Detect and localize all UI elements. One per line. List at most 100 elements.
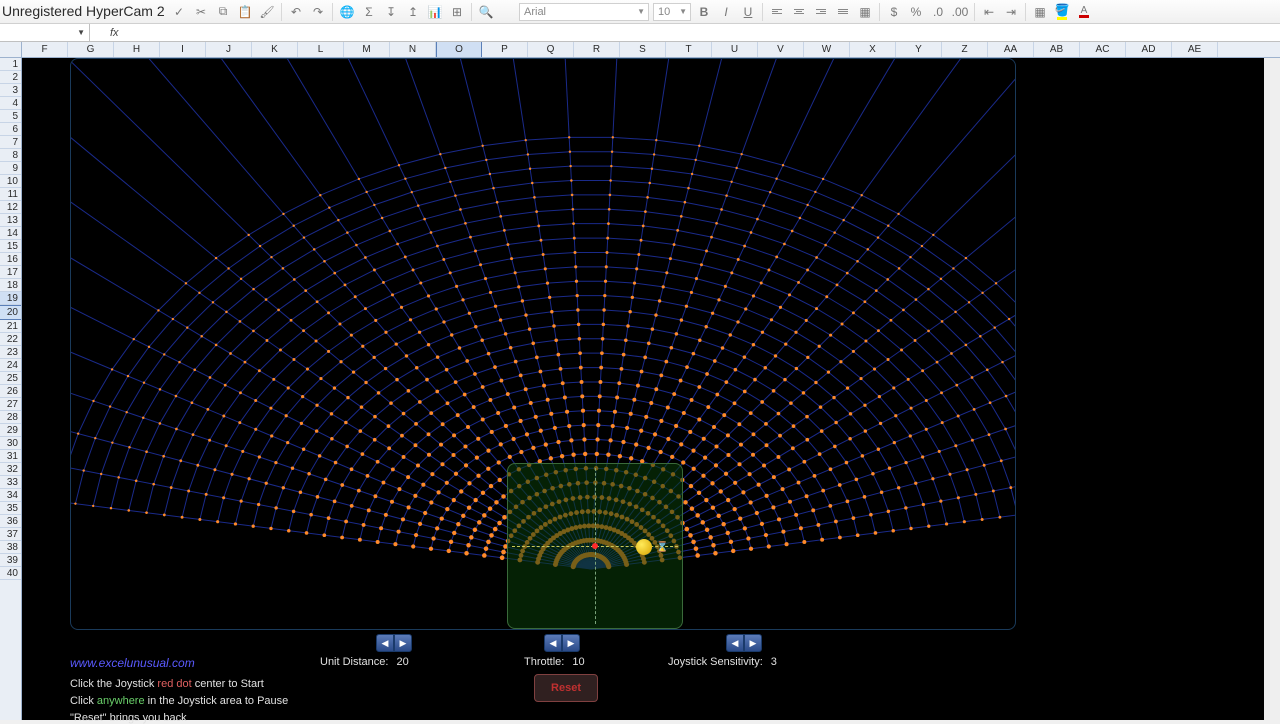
column-header-Z[interactable]: Z bbox=[942, 42, 988, 57]
decimal-remove-icon[interactable]: .0 bbox=[929, 3, 947, 21]
joystick-sensitivity-increment[interactable]: ▶ bbox=[744, 634, 762, 652]
row-header-23[interactable]: 23 bbox=[0, 346, 21, 359]
navigator-icon[interactable]: ⊞ bbox=[448, 3, 466, 21]
column-header-F[interactable]: F bbox=[22, 42, 68, 57]
row-header-33[interactable]: 33 bbox=[0, 476, 21, 489]
font-color-icon[interactable]: A bbox=[1075, 3, 1093, 21]
row-header-13[interactable]: 13 bbox=[0, 214, 21, 227]
font-size-select[interactable]: 10 ▼ bbox=[653, 3, 691, 21]
row-header-7[interactable]: 7 bbox=[0, 136, 21, 149]
throttle-increment[interactable]: ▶ bbox=[562, 634, 580, 652]
highlight-color-icon[interactable]: 🪣 bbox=[1053, 3, 1071, 21]
column-header-O[interactable]: O bbox=[436, 42, 482, 57]
reset-button[interactable]: Reset bbox=[534, 674, 598, 702]
row-header-24[interactable]: 24 bbox=[0, 359, 21, 372]
undo-icon[interactable]: ↶ bbox=[287, 3, 305, 21]
column-header-N[interactable]: N bbox=[390, 42, 436, 57]
format-paint-icon[interactable]: 🖌 bbox=[258, 3, 276, 21]
column-header-T[interactable]: T bbox=[666, 42, 712, 57]
column-header-R[interactable]: R bbox=[574, 42, 620, 57]
row-header-1[interactable]: 1 bbox=[0, 58, 21, 71]
row-header-12[interactable]: 12 bbox=[0, 201, 21, 214]
column-header-X[interactable]: X bbox=[850, 42, 896, 57]
joystick-sensitivity-decrement[interactable]: ◀ bbox=[726, 634, 744, 652]
worksheet-area[interactable]: ⌛ www.excelunusual.com ◀▶Unit Distance:2… bbox=[22, 58, 1280, 720]
joystick-handle[interactable] bbox=[636, 539, 652, 555]
row-header-14[interactable]: 14 bbox=[0, 227, 21, 240]
row-header-17[interactable]: 17 bbox=[0, 266, 21, 279]
column-header-AD[interactable]: AD bbox=[1126, 42, 1172, 57]
column-header-I[interactable]: I bbox=[160, 42, 206, 57]
row-header-22[interactable]: 22 bbox=[0, 333, 21, 346]
font-name-select[interactable]: Arial ▼ bbox=[519, 3, 649, 21]
row-header-25[interactable]: 25 bbox=[0, 372, 21, 385]
column-header-M[interactable]: M bbox=[344, 42, 390, 57]
unit-distance-decrement[interactable]: ◀ bbox=[376, 634, 394, 652]
column-header-V[interactable]: V bbox=[758, 42, 804, 57]
row-header-34[interactable]: 34 bbox=[0, 489, 21, 502]
row-header-15[interactable]: 15 bbox=[0, 240, 21, 253]
row-header-21[interactable]: 21 bbox=[0, 320, 21, 333]
column-header-U[interactable]: U bbox=[712, 42, 758, 57]
column-header-H[interactable]: H bbox=[114, 42, 160, 57]
percent-icon[interactable]: % bbox=[907, 3, 925, 21]
currency-icon[interactable]: $ bbox=[885, 3, 903, 21]
row-header-3[interactable]: 3 bbox=[0, 84, 21, 97]
row-header-4[interactable]: 4 bbox=[0, 97, 21, 110]
increase-indent-icon[interactable]: ⇥ bbox=[1002, 3, 1020, 21]
borders-icon[interactable]: ▦ bbox=[1031, 3, 1049, 21]
throttle-decrement[interactable]: ◀ bbox=[544, 634, 562, 652]
row-header-11[interactable]: 11 bbox=[0, 188, 21, 201]
name-box[interactable]: ▼ bbox=[0, 24, 90, 41]
column-header-P[interactable]: P bbox=[482, 42, 528, 57]
row-header-8[interactable]: 8 bbox=[0, 149, 21, 162]
column-header-S[interactable]: S bbox=[620, 42, 666, 57]
row-header-10[interactable]: 10 bbox=[0, 175, 21, 188]
column-header-AC[interactable]: AC bbox=[1080, 42, 1126, 57]
cut-icon[interactable]: ✂ bbox=[192, 3, 210, 21]
column-header-W[interactable]: W bbox=[804, 42, 850, 57]
row-header-26[interactable]: 26 bbox=[0, 385, 21, 398]
row-header-40[interactable]: 40 bbox=[0, 567, 21, 580]
chart-icon[interactable]: 📊 bbox=[426, 3, 444, 21]
joystick-center-dot[interactable] bbox=[592, 543, 598, 549]
row-header-35[interactable]: 35 bbox=[0, 502, 21, 515]
align-center-icon[interactable] bbox=[790, 3, 808, 21]
website-link[interactable]: www.excelunusual.com bbox=[70, 656, 195, 670]
row-header-19[interactable]: 19 bbox=[0, 292, 21, 305]
align-right-icon[interactable] bbox=[812, 3, 830, 21]
column-header-AA[interactable]: AA bbox=[988, 42, 1034, 57]
row-header-36[interactable]: 36 bbox=[0, 515, 21, 528]
row-header-2[interactable]: 2 bbox=[0, 71, 21, 84]
row-header-9[interactable]: 9 bbox=[0, 162, 21, 175]
bold-button[interactable]: B bbox=[695, 3, 713, 21]
row-header-6[interactable]: 6 bbox=[0, 123, 21, 136]
vertical-scrollbar[interactable] bbox=[1264, 58, 1280, 720]
row-header-30[interactable]: 30 bbox=[0, 437, 21, 450]
row-header-31[interactable]: 31 bbox=[0, 450, 21, 463]
row-header-32[interactable]: 32 bbox=[0, 463, 21, 476]
column-header-J[interactable]: J bbox=[206, 42, 252, 57]
row-header-39[interactable]: 39 bbox=[0, 554, 21, 567]
unit-distance-increment[interactable]: ▶ bbox=[394, 634, 412, 652]
column-header-Q[interactable]: Q bbox=[528, 42, 574, 57]
underline-button[interactable]: U bbox=[739, 3, 757, 21]
row-header-37[interactable]: 37 bbox=[0, 528, 21, 541]
autosum-icon[interactable]: Σ bbox=[360, 3, 378, 21]
column-header-G[interactable]: G bbox=[68, 42, 114, 57]
merge-cells-icon[interactable]: ▦ bbox=[856, 3, 874, 21]
row-header-18[interactable]: 18 bbox=[0, 279, 21, 292]
row-header-27[interactable]: 27 bbox=[0, 398, 21, 411]
italic-button[interactable]: I bbox=[717, 3, 735, 21]
row-header-29[interactable]: 29 bbox=[0, 424, 21, 437]
copy-icon[interactable]: ⧉ bbox=[214, 3, 232, 21]
column-header-L[interactable]: L bbox=[298, 42, 344, 57]
decrease-indent-icon[interactable]: ⇤ bbox=[980, 3, 998, 21]
column-header-AE[interactable]: AE bbox=[1172, 42, 1218, 57]
column-header-Y[interactable]: Y bbox=[896, 42, 942, 57]
paste-icon[interactable]: 📋 bbox=[236, 3, 254, 21]
align-left-icon[interactable] bbox=[768, 3, 786, 21]
row-header-5[interactable]: 5 bbox=[0, 110, 21, 123]
row-header-38[interactable]: 38 bbox=[0, 541, 21, 554]
row-header-20[interactable]: 20 bbox=[0, 305, 21, 320]
